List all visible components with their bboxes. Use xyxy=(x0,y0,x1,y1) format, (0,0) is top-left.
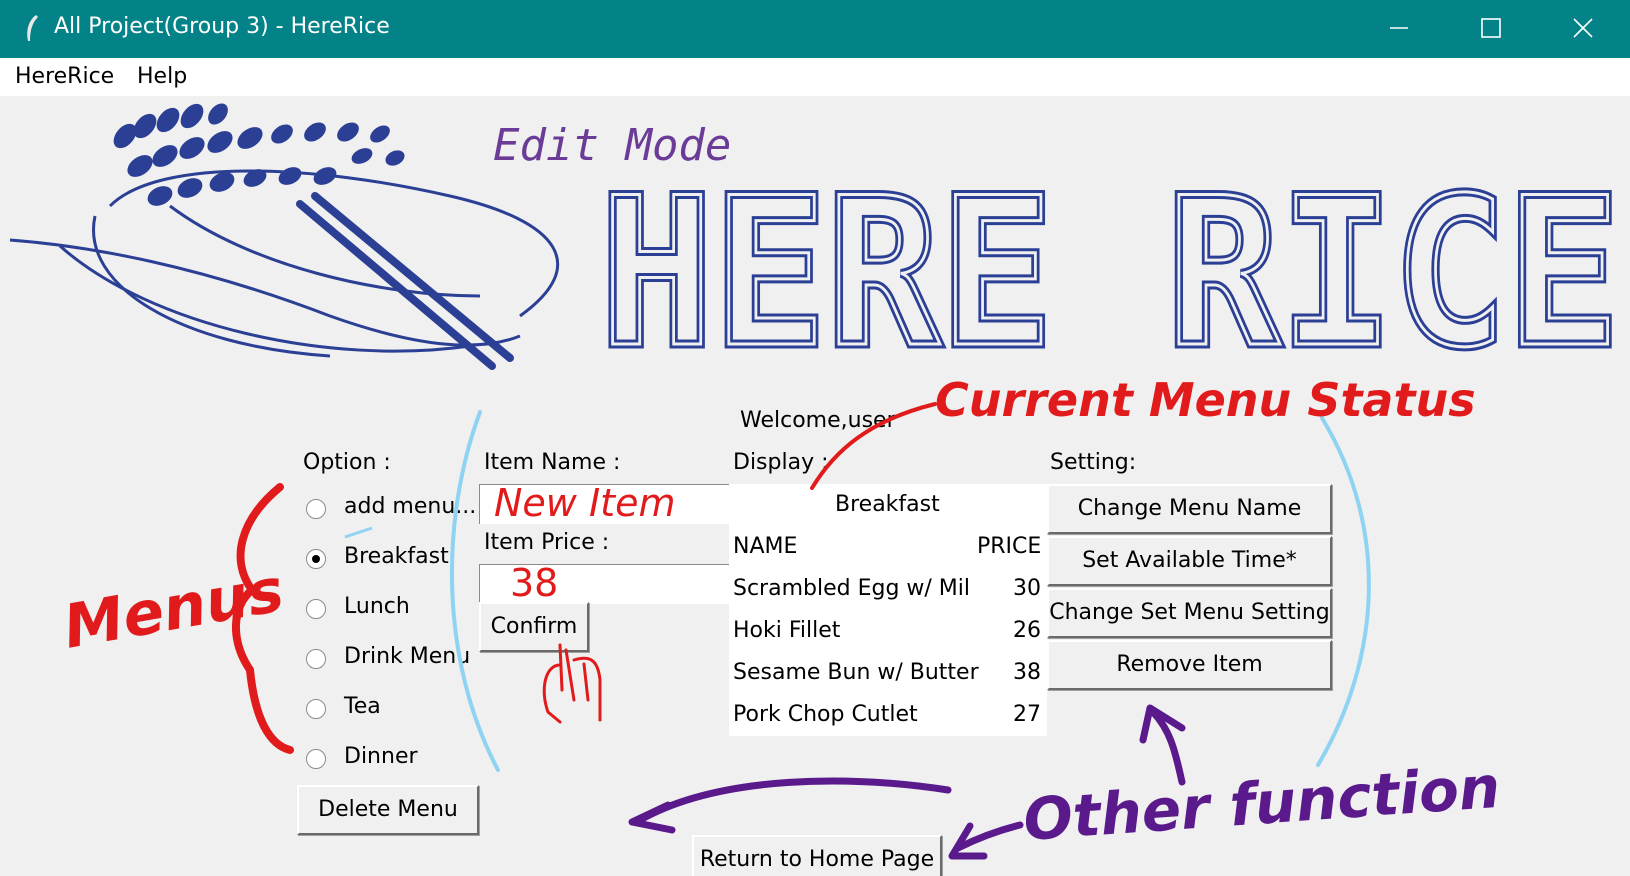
table-row-price: 38 xyxy=(1013,660,1041,685)
radio-button-selected[interactable] xyxy=(306,549,326,569)
item-price-value: 38 xyxy=(510,561,559,605)
radio-label: Tea xyxy=(344,694,381,719)
radio-button[interactable] xyxy=(306,499,326,519)
table-row-name: Sesame Bun w/ Butter xyxy=(733,660,979,685)
maximize-icon xyxy=(1481,18,1501,38)
radio-label: add menu... xyxy=(344,494,477,519)
return-home-button[interactable]: Return to Home Page xyxy=(692,835,942,876)
brand-wordmark-inline: HERE RICE xyxy=(600,155,1620,386)
radio-label: Breakfast xyxy=(344,544,449,569)
menu-hererice[interactable]: HereRice xyxy=(15,64,114,89)
radio-label: Dinner xyxy=(344,744,418,769)
table-row-name: Scrambled Egg w/ Mil xyxy=(733,576,971,601)
display-header-price: PRICE xyxy=(977,534,1042,559)
hand-pointer-icon xyxy=(542,643,602,724)
title-bar: All Project(Group 3) - HereRice xyxy=(0,0,1630,58)
item-price-label: Item Price : xyxy=(484,530,610,555)
radio-button[interactable] xyxy=(306,649,326,669)
rice-chopsticks-logo: Edit Mode HERE RICE HERE RICE xyxy=(9,103,1625,398)
menu-bar: HereRice Help xyxy=(0,58,1630,96)
radio-button[interactable] xyxy=(306,599,326,619)
table-row-price: 26 xyxy=(1013,618,1041,643)
radio-label: Drink Menu xyxy=(344,644,471,669)
remove-item-button[interactable]: Remove Item xyxy=(1047,640,1332,690)
close-button[interactable] xyxy=(1538,0,1630,58)
maximize-button[interactable] xyxy=(1446,0,1538,58)
display-header-name: NAME xyxy=(733,534,798,559)
option-label: Option : xyxy=(303,450,391,475)
item-name-input[interactable]: New Item xyxy=(479,481,729,525)
item-price-input[interactable]: 38 xyxy=(479,561,729,605)
change-menu-name-button[interactable]: Change Menu Name xyxy=(1047,484,1332,534)
menu-help[interactable]: Help xyxy=(137,64,187,89)
annotation-menus: Menus xyxy=(58,555,288,662)
welcome-label: Welcome,user xyxy=(740,408,896,433)
table-row-name: Pork Chop Cutlet xyxy=(733,702,918,727)
item-name-value: New Item xyxy=(494,481,676,525)
delete-menu-button[interactable]: Delete Menu xyxy=(297,785,479,835)
display-label: Display : xyxy=(733,450,829,475)
menu-display: Breakfast NAME PRICE Scrambled Egg w/ Mi… xyxy=(729,484,1047,736)
radio-button[interactable] xyxy=(306,749,326,769)
table-row-price: 27 xyxy=(1013,702,1041,727)
close-icon xyxy=(1573,18,1593,38)
display-menu-title: Breakfast xyxy=(835,492,940,517)
minimize-button[interactable] xyxy=(1354,0,1446,58)
change-set-menu-setting-button[interactable]: Change Set Menu Setting xyxy=(1047,588,1332,638)
set-available-time-button[interactable]: Set Available Time* xyxy=(1047,536,1332,586)
item-name-label: Item Name : xyxy=(484,450,621,475)
setting-label: Setting: xyxy=(1050,450,1137,475)
feather-icon xyxy=(27,15,38,41)
radio-button[interactable] xyxy=(306,699,326,719)
table-row-name: Hoki Fillet xyxy=(733,618,841,643)
confirm-button[interactable]: Confirm xyxy=(479,602,589,652)
herice-logo: Edit Mode HERE RICE HERE RICE xyxy=(0,96,1630,398)
table-row-price: 30 xyxy=(1013,576,1041,601)
minimize-icon xyxy=(1390,27,1408,29)
radio-label: Lunch xyxy=(344,594,410,619)
window-title: All Project(Group 3) - HereRice xyxy=(54,14,390,39)
annotation-other-function: Other function xyxy=(1021,753,1502,854)
